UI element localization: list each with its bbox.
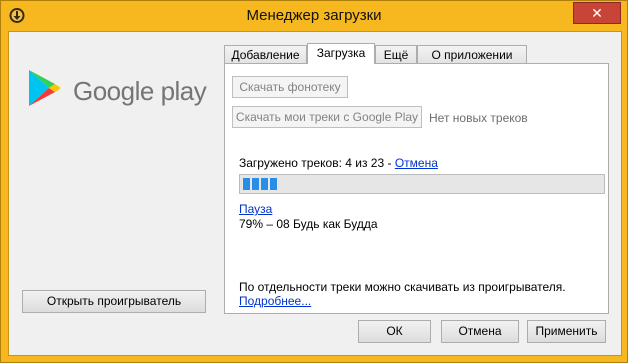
close-button[interactable]: ✕	[573, 2, 621, 24]
hint-text: По отдельности треки можно скачивать из …	[239, 280, 566, 294]
window-title: Менеджер загрузки	[246, 7, 382, 24]
google-play-logo: Google play	[27, 68, 207, 118]
tab-add[interactable]: Добавление	[224, 45, 307, 63]
loaded-tracks-status: Загружено треков: 4 из 23 - Отмена	[239, 156, 438, 170]
download-progress-bar	[239, 174, 605, 194]
tab-about[interactable]: О приложении	[417, 45, 527, 63]
google-play-icon	[29, 70, 61, 106]
progress-segment	[243, 178, 250, 190]
current-track-label: 79% – 08 Будь как Будда	[239, 217, 378, 231]
dialog-body: Google play Открыть проигрыватель Добавл…	[8, 31, 622, 356]
logo-text: Google play	[73, 76, 207, 106]
progress-segment	[270, 178, 277, 190]
open-player-button[interactable]: Открыть проигрыватель	[22, 290, 206, 313]
progress-segment	[261, 178, 268, 190]
progress-fill	[241, 176, 277, 192]
pause-link[interactable]: Пауза	[239, 202, 272, 216]
apply-button[interactable]: Применить	[527, 320, 606, 343]
no-new-tracks-label: Нет новых треков	[429, 111, 528, 125]
tab-download[interactable]: Загрузка	[307, 43, 375, 64]
download-tab-panel: Скачать фонотеку Скачать мои треки с Goo…	[224, 63, 609, 314]
close-icon: ✕	[591, 5, 603, 21]
more-info-link[interactable]: Подробнее...	[239, 294, 311, 308]
ok-button[interactable]: ОК	[358, 320, 431, 343]
cancel-download-link[interactable]: Отмена	[395, 156, 438, 170]
loaded-tracks-text: Загружено треков: 4 из 23 -	[239, 156, 395, 170]
download-library-button[interactable]: Скачать фонотеку	[232, 76, 348, 98]
download-manager-window: Менеджер загрузки ✕ Google play Открыть …	[0, 0, 628, 363]
download-my-tracks-button[interactable]: Скачать мои треки с Google Play	[232, 106, 422, 128]
cancel-button[interactable]: Отмена	[441, 320, 519, 343]
progress-segment	[252, 178, 259, 190]
title-bar[interactable]: Менеджер загрузки ✕	[1, 1, 627, 31]
tab-more[interactable]: Ещё	[375, 45, 417, 63]
